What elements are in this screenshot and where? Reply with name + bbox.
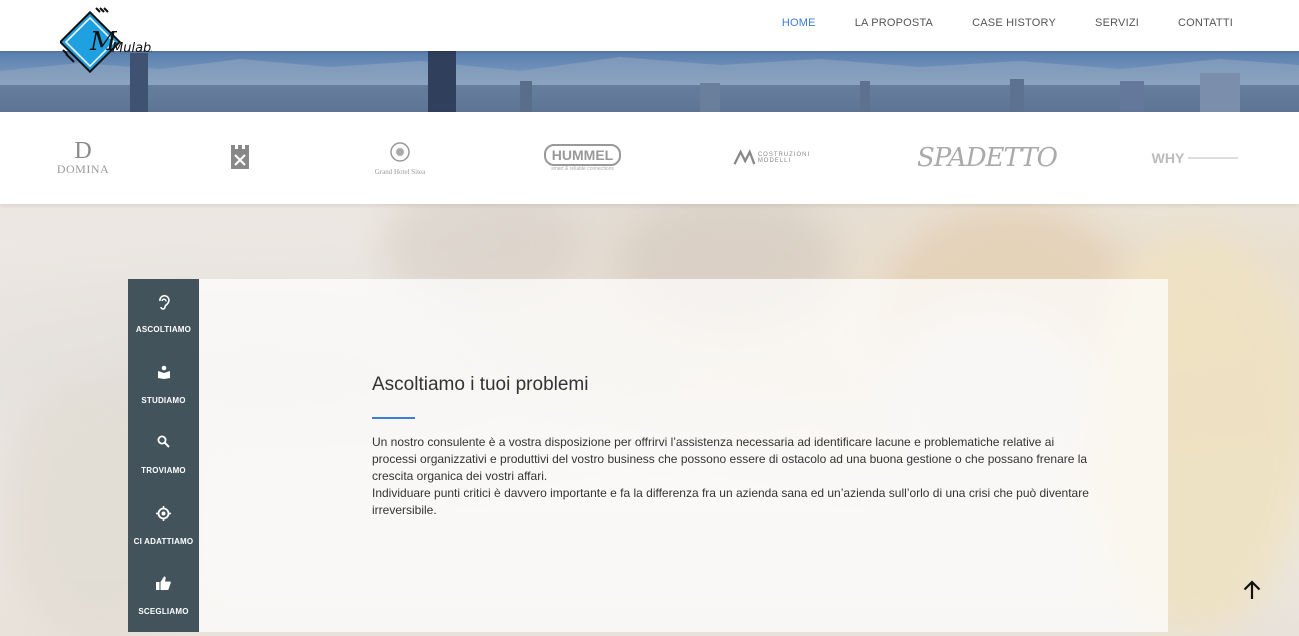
- nav-servizi[interactable]: SERVIZI: [1095, 17, 1139, 29]
- client-logo-why: WHY: [1145, 112, 1245, 204]
- ear-icon: [128, 294, 199, 312]
- nav-home[interactable]: HOME: [782, 17, 816, 29]
- client-logo-costruzioni-modelli: COSTRUZIONI MODELLI: [733, 112, 825, 204]
- main-nav: HOME LA PROPOSTA CASE HISTORY SERVIZI CO…: [743, 0, 1233, 46]
- client-logo-spadetto: SPADETTO: [917, 143, 1058, 173]
- nav-la-proposta[interactable]: LA PROPOSTA: [855, 17, 933, 29]
- clients-strip: D DOMINA Grand Hotel Sitea HUMMEL smart …: [0, 112, 1299, 204]
- client-logo-hummel: HUMMEL smart & reliable connections: [543, 112, 622, 204]
- city-banner: [0, 51, 1299, 112]
- content-paragraph-2: Individuare punti critici è davvero impo…: [372, 486, 1089, 517]
- content-card: Ascoltiamo i tuoi problemi Un nostro con…: [199, 279, 1168, 632]
- logo-text: Mulabs: [112, 41, 152, 56]
- nav-contatti[interactable]: CONTATTI: [1178, 17, 1233, 29]
- sidemenu-item-ci-adattiamo[interactable]: CI ADATTIAMO: [128, 491, 199, 561]
- client-logo-castle: [225, 112, 255, 204]
- site-header: HOME LA PROPOSTA CASE HISTORY SERVIZI CO…: [0, 0, 1299, 51]
- crosshair-icon: [128, 506, 199, 524]
- thumbs-up-icon: [128, 576, 199, 594]
- client-logo-grand-hotel-sitea: Grand Hotel Sitea: [365, 112, 435, 204]
- back-to-top-button[interactable]: [1239, 577, 1265, 603]
- arrow-up-icon: [1243, 580, 1261, 599]
- process-side-menu: ASCOLTIAMO STUDIAMO TROVIAMO CI ADATTIAM…: [128, 279, 199, 632]
- sidemenu-item-scegliamo[interactable]: SCEGLIAMO: [128, 561, 199, 631]
- search-icon: [128, 435, 199, 453]
- client-logo-domina: D DOMINA: [56, 137, 110, 176]
- sidemenu-item-studiamo[interactable]: STUDIAMO: [128, 350, 199, 420]
- title-underline: [372, 417, 415, 419]
- mulabs-logo[interactable]: M Mulabs: [58, 6, 158, 76]
- sidemenu-item-troviamo[interactable]: TROVIAMO: [128, 420, 199, 490]
- book-reader-icon: [128, 365, 199, 383]
- content-body: Un nostro consulente è a vostra disposiz…: [372, 434, 1092, 519]
- sidemenu-item-ascoltiamo[interactable]: ASCOLTIAMO: [128, 279, 199, 349]
- content-paragraph-1: Un nostro consulente è a vostra disposiz…: [372, 435, 1088, 483]
- content-title: Ascoltiamo i tuoi problemi: [372, 374, 589, 395]
- nav-case-history[interactable]: CASE HISTORY: [972, 17, 1056, 29]
